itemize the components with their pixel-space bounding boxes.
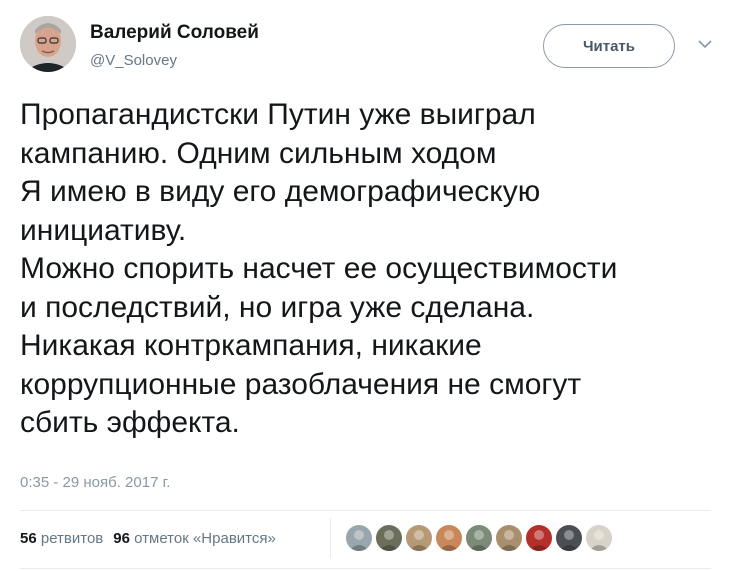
liker-avatar[interactable] bbox=[555, 524, 583, 552]
user-photo-icon bbox=[469, 530, 489, 551]
divider bbox=[20, 510, 711, 511]
author-avatar[interactable] bbox=[20, 16, 76, 72]
liker-avatars bbox=[345, 524, 615, 554]
liker-avatar[interactable] bbox=[495, 524, 523, 552]
liker-avatar[interactable] bbox=[585, 524, 613, 552]
user-photo-icon bbox=[20, 16, 76, 72]
user-photo-icon bbox=[409, 530, 429, 551]
liker-avatar[interactable] bbox=[405, 524, 433, 552]
likes-count: 96 bbox=[113, 530, 130, 547]
retweets-count: 56 bbox=[20, 530, 37, 547]
follow-button[interactable]: Читать bbox=[543, 24, 675, 68]
user-photo-icon bbox=[559, 530, 579, 551]
divider bbox=[20, 568, 711, 569]
liker-avatar[interactable] bbox=[525, 524, 553, 552]
retweets-label: ретвитов bbox=[40, 530, 104, 547]
author-name[interactable]: Валерий Соловей bbox=[90, 22, 259, 44]
retweets-stat[interactable]: 56 ретвитов bbox=[20, 530, 103, 547]
chevron-down-icon[interactable] bbox=[697, 38, 713, 50]
user-photo-icon bbox=[379, 530, 399, 551]
author-handle[interactable]: @V_Solovey bbox=[90, 52, 177, 69]
tweet-stats: 56 ретвитов 96 отметок «Нравится» bbox=[20, 530, 276, 547]
tweet-timestamp[interactable]: 0:35 - 29 нояб. 2017 г. bbox=[20, 474, 170, 491]
liker-avatar[interactable] bbox=[435, 524, 463, 552]
liker-avatar[interactable] bbox=[345, 524, 373, 552]
liker-avatar[interactable] bbox=[465, 524, 493, 552]
user-photo-icon bbox=[499, 530, 519, 551]
user-photo-icon bbox=[349, 530, 369, 551]
tweet-text: Пропагандистски Путин уже выиграл кампан… bbox=[20, 98, 618, 439]
user-photo-icon bbox=[589, 530, 609, 551]
tweet-header: Валерий Соловей @V_Solovey Читать bbox=[20, 14, 713, 74]
likes-stat[interactable]: 96 отметок «Нравится» bbox=[113, 530, 276, 547]
user-photo-icon bbox=[529, 530, 549, 551]
stats-separator bbox=[330, 518, 331, 558]
liker-avatar[interactable] bbox=[375, 524, 403, 552]
user-photo-icon bbox=[439, 530, 459, 551]
likes-label: отметок «Нравится» bbox=[134, 530, 276, 547]
